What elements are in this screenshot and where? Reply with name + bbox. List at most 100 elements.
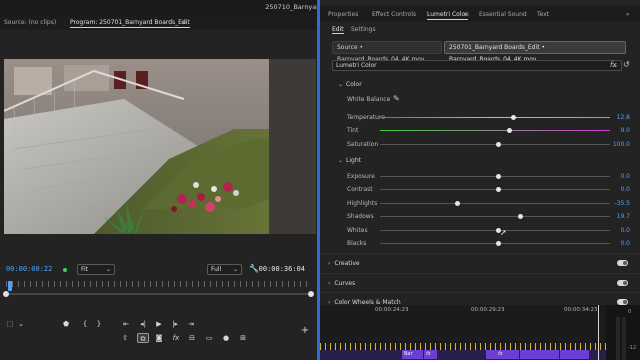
extract-icon[interactable]: ⧉ (137, 333, 149, 343)
contrast-value[interactable]: 0.0 (620, 186, 630, 193)
program-clip-selector[interactable]: 250701_Barnyard Boards_Edit • Barnyard_B… (444, 41, 626, 63)
creative-enable-toggle[interactable] (617, 260, 628, 266)
contrast-slider-track[interactable] (380, 189, 610, 190)
eyedropper-icon[interactable]: ✎ (393, 94, 400, 103)
fx-icon[interactable]: fx (171, 333, 181, 343)
timeline-time-ruler[interactable]: 00:00:24:23 00:00:29:23 00:00:34:23 (320, 305, 620, 315)
play-icon[interactable]: ▶ (154, 319, 164, 329)
zoom-bar[interactable] (6, 293, 312, 295)
exposure-slider-knob[interactable] (496, 174, 501, 179)
timeline-panel[interactable]: 00:00:24:23 00:00:29:23 00:00:34:23 Bar … (320, 305, 640, 360)
tab-text[interactable]: Text (537, 11, 549, 18)
go-to-out-icon[interactable]: ⇥ (186, 319, 196, 329)
duration-timecode: 00:00:36:04 (258, 265, 305, 273)
record-icon[interactable]: ● (221, 333, 231, 343)
group-color-wheels[interactable]: › Color Wheels & Match (320, 292, 640, 306)
program-monitor-panel: Source: (no clips) Program: 250701_Barny… (0, 14, 317, 360)
whites-value[interactable]: 0.0 (620, 227, 630, 234)
exposure-slider-track[interactable] (380, 176, 610, 177)
zoom-bar-start-handle[interactable] (3, 291, 9, 297)
trim-icon[interactable]: ⊟ (187, 333, 197, 343)
tint-slider-track[interactable] (380, 130, 610, 131)
resolution-select-value: Full (211, 266, 222, 273)
tab-essential-sound[interactable]: Essential Sound (479, 11, 527, 18)
timeline-time-label: 00:00:34:23 (564, 307, 598, 313)
tab-source-monitor[interactable]: Source: (no clips) (4, 19, 56, 26)
shadows-label: Shadows (347, 213, 374, 220)
tab-properties[interactable]: Properties (328, 11, 358, 18)
tab-program-monitor[interactable]: Program: 250701_Barnyard Boards_Edit (70, 19, 190, 28)
add-marker-icon[interactable]: ⬟ (61, 319, 71, 329)
timeline-clip[interactable] (520, 350, 560, 359)
blacks-slider-track[interactable] (380, 243, 610, 244)
blacks-value[interactable]: 0.0 (620, 240, 630, 247)
monitor-tabs: Source: (no clips) Program: 250701_Barny… (0, 14, 317, 30)
timeline-clip[interactable]: fx (424, 350, 438, 359)
saturation-slider-track[interactable] (380, 144, 610, 145)
mark-in-icon[interactable]: { (80, 319, 90, 329)
blacks-slider-knob[interactable] (496, 241, 501, 246)
exposure-label: Exposure (347, 173, 375, 180)
white-balance-label: White Balance (347, 96, 391, 103)
timeline-clip[interactable] (560, 350, 590, 359)
resolution-select[interactable]: Full ⌄ (207, 264, 242, 275)
section-color-header[interactable]: ⌄ Color (338, 81, 362, 88)
zoom-select[interactable]: Fit ⌄ (77, 264, 115, 275)
exposure-value[interactable]: 0.0 (620, 173, 630, 180)
multicam-icon[interactable]: ⊞ (238, 333, 248, 343)
contrast-slider-knob[interactable] (496, 187, 501, 192)
highlights-slider-knob[interactable] (455, 201, 460, 206)
monitor-icon[interactable]: ▭ (204, 333, 214, 343)
temperature-slider-knob[interactable] (511, 115, 516, 120)
add-button-icon[interactable]: + (300, 326, 310, 336)
step-forward-icon[interactable]: |▸ (170, 319, 180, 329)
chevron-down-icon[interactable]: ⌄ (16, 319, 26, 329)
tab-effect-controls[interactable]: Effect Controls (372, 11, 416, 18)
timeline-clip[interactable]: fx (486, 350, 520, 359)
fx-toggle-icon[interactable]: fx (610, 61, 617, 69)
temperature-slider-track[interactable] (380, 117, 610, 118)
tint-label: Tint (347, 127, 359, 134)
curves-enable-toggle[interactable] (617, 280, 628, 286)
wrench-icon[interactable]: 🔧 (249, 264, 259, 273)
group-curves[interactable]: › Curves (320, 273, 640, 292)
monitor-scrubber[interactable] (0, 281, 317, 303)
highlights-slider-track[interactable] (380, 203, 610, 204)
lift-icon[interactable]: ⇧ (120, 333, 130, 343)
zoom-bar-end-handle[interactable] (308, 291, 314, 297)
mark-out-icon[interactable]: } (94, 319, 104, 329)
group-creative[interactable]: › Creative (320, 253, 640, 272)
blacks-label: Blacks (347, 240, 367, 247)
saturation-value[interactable]: 100.0 (613, 141, 630, 148)
chevron-right-icon: › (328, 280, 331, 287)
step-back-icon[interactable]: ◂| (138, 319, 148, 329)
subtab-settings[interactable]: Settings (351, 26, 376, 33)
timeline-playhead[interactable] (598, 305, 599, 360)
safe-margins-icon[interactable]: ⬚ (5, 319, 15, 329)
reset-icon[interactable]: ↺ (623, 60, 630, 69)
subtab-edit[interactable]: Edit (332, 26, 344, 34)
shadows-slider-track[interactable] (380, 216, 610, 217)
section-light-header[interactable]: ⌄ Light (338, 157, 361, 164)
highlights-value[interactable]: -35.5 (614, 200, 630, 207)
effect-select[interactable]: Lumetri Color ⌄ (332, 60, 622, 71)
tint-slider-knob[interactable] (507, 128, 512, 133)
timeline-time-label: 00:00:29:23 (471, 307, 505, 313)
whites-label: Whites (347, 227, 368, 234)
tab-menu-icon[interactable]: ≡ (181, 19, 186, 26)
tab-menu-icon[interactable]: ≡ (464, 11, 469, 18)
tint-value[interactable]: 9.0 (620, 127, 630, 134)
more-tabs-icon[interactable]: » (626, 11, 630, 18)
source-clip-selector[interactable]: Source • Barnyard_Boards_04_4K.mov (332, 41, 442, 63)
temperature-value[interactable]: 12.8 (617, 114, 630, 121)
shadows-slider-knob[interactable] (518, 214, 523, 219)
whites-slider-track[interactable] (380, 230, 610, 231)
shadows-value[interactable]: 19.7 (617, 213, 630, 220)
timeline-clip[interactable]: Bar (402, 350, 424, 359)
saturation-slider-knob[interactable] (496, 142, 501, 147)
monitor-playhead[interactable] (8, 281, 12, 291)
go-to-in-icon[interactable]: ⇤ (121, 319, 131, 329)
current-timecode[interactable]: 00:00:00:22 (6, 265, 52, 273)
camera-icon[interactable]: ◙ (154, 333, 164, 343)
tab-lumetri-color[interactable]: Lumetri Color (427, 11, 468, 20)
